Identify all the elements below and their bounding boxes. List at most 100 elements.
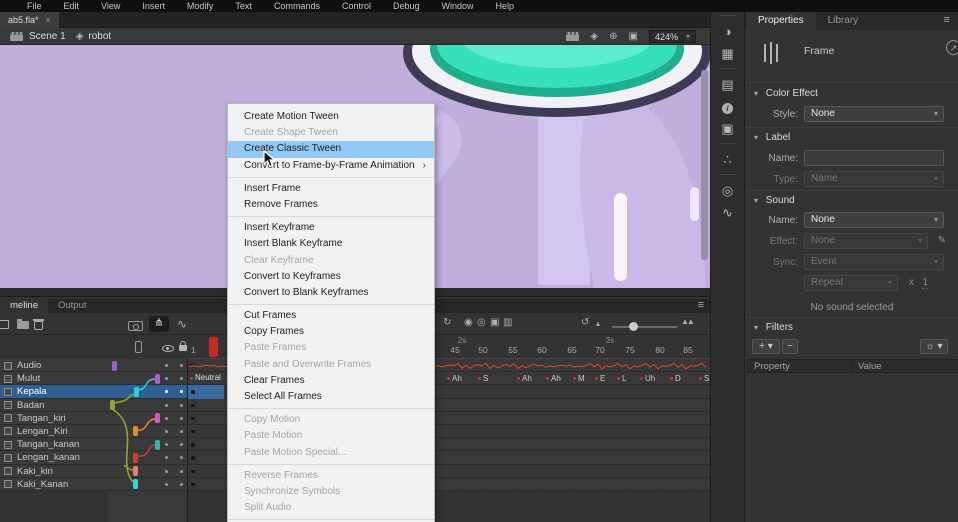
context-menu-item[interactable]: Synchronize Symbols [228,484,434,500]
context-menu-item[interactable]: Reverse Frames [228,468,434,484]
filter-options-button[interactable]: ☼ ▾ [920,339,948,354]
layer-visibility-dot[interactable] [165,417,168,420]
tab-properties[interactable]: Properties [746,12,816,30]
style-dropdown[interactable]: None ▾ [804,106,944,122]
circle-arrow-icon[interactable]: ↗ [946,40,958,55]
eye-icon[interactable] [162,345,174,352]
layer-lock-dot[interactable] [180,377,183,380]
context-menu-item[interactable]: Create Motion Tween [228,109,434,125]
layer-row-tangan_kanan[interactable]: Tangan_kanan [0,438,187,451]
context-menu-item[interactable]: Convert to Blank Keyframes [228,285,434,301]
align-panel-icon[interactable]: ▤ [711,74,744,96]
panel-menu-icon[interactable]: ≡ [944,14,950,26]
center-stage-icon[interactable]: ⊕ [609,31,617,42]
label-name-input[interactable] [804,150,944,166]
parent-view-icon[interactable]: ⋔ [149,316,169,332]
modify-markers-icon[interactable]: ▥ [503,317,512,328]
stage-vertical-scrollbar[interactable] [700,45,709,288]
graph-editor-icon[interactable]: ∿ [174,316,190,332]
remove-filter-button[interactable]: − [782,339,798,354]
breadcrumb-scene[interactable]: Scene 1 [29,31,66,42]
menubar-item-window[interactable]: Window [431,0,485,12]
loop-playback-icon[interactable]: ↻ [443,317,451,328]
context-menu-item[interactable]: Cut Frames [228,308,434,324]
layer-lock-dot[interactable] [180,417,183,420]
context-menu-item[interactable]: Paste Motion Special... [228,445,434,461]
breadcrumb-symbol[interactable]: robot [88,31,111,42]
pencil-icon[interactable]: ✎ [938,235,946,246]
context-menu-item[interactable]: Convert to Frame-by-Frame Animation› [228,158,434,174]
context-menu-item[interactable]: Paste Motion [228,428,434,444]
scene-clapper-icon[interactable] [10,32,23,41]
context-menu-item[interactable]: Create Shape Tween [228,125,434,141]
close-icon[interactable]: × [46,15,51,25]
menubar-item-control[interactable]: Control [331,0,382,12]
layer-lock-dot[interactable] [180,430,183,433]
document-tab[interactable]: ab5.fla* × [0,12,59,28]
timeline-zoom-slider[interactable] [612,326,678,328]
layer-row-lengan_kiri[interactable]: Lengan_Kiri [0,425,187,438]
onion-skin-icon[interactable]: ◉ [464,317,473,328]
layer-visibility-dot[interactable] [165,404,168,407]
layer-visibility-dot[interactable] [165,456,168,459]
edit-multiple-frames-icon[interactable]: ▣ [490,317,499,328]
edit-scene-icon[interactable] [566,32,579,41]
delete-layer-icon[interactable] [34,321,43,330]
lock-icon[interactable] [179,345,187,351]
onion-skin-outlines-icon[interactable]: ◎ [477,317,486,328]
layer-row-kepala[interactable]: Kepala [0,385,187,398]
layer-row-kaki_kanan[interactable]: Kaki_Kanan [0,478,187,491]
layer-lock-dot[interactable] [180,456,183,459]
camera-icon[interactable] [128,321,143,331]
context-menu-item[interactable]: Insert Keyframe [228,220,434,236]
new-layer-icon[interactable] [0,320,9,329]
layer-visibility-dot[interactable] [165,443,168,446]
context-menu-item[interactable]: Remove Frames [228,197,434,213]
section-sound[interactable]: ▾ Sound [754,195,795,206]
menubar-item-modify[interactable]: Modify [176,0,225,12]
info-panel-icon[interactable]: i [711,96,744,118]
layer-row-mulut[interactable]: Mulut [0,372,187,385]
layer-visibility-dot[interactable] [165,390,168,393]
menubar-item-view[interactable]: View [90,0,131,12]
context-menu-item[interactable]: Copy Motion [228,412,434,428]
layer-visibility-dot[interactable] [165,377,168,380]
layer-row-tangan_kiri[interactable]: Tangan_kiri [0,412,187,425]
repeat-count[interactable]: 1 [922,277,928,289]
layer-row-badan[interactable]: Badan [0,399,187,412]
reset-timeline-zoom-icon[interactable]: ↺ [581,317,589,328]
layer-lock-dot[interactable] [180,364,183,367]
tab-meline[interactable]: meline [0,299,48,313]
brush-library-panel-icon[interactable]: ∴ [711,149,744,171]
playhead[interactable] [209,337,218,357]
menubar-item-edit[interactable]: Edit [53,0,91,12]
context-menu-item[interactable]: Split Audio [228,500,434,516]
context-menu-item[interactable]: Copy Frames [228,324,434,340]
new-folder-icon[interactable] [17,321,29,329]
zoom-in-icon[interactable]: ▲▲ [681,317,693,326]
context-menu-item[interactable]: Create Classic Tween [228,141,434,157]
panel-menu-icon[interactable]: ≡ [698,299,704,311]
motion-editor-panel-icon[interactable]: ∿ [711,202,744,224]
menubar-item-file[interactable]: File [16,0,53,12]
context-menu-item[interactable]: Insert Blank Keyframe [228,236,434,252]
sound-name-dropdown[interactable]: None ▾ [804,212,944,228]
menubar-item-debug[interactable]: Debug [382,0,431,12]
layer-row-audio[interactable]: Audio [0,359,187,372]
layer-lock-dot[interactable] [180,483,183,486]
stage-zoom-select[interactable]: 424% ▾ [649,30,696,43]
menubar-item-commands[interactable]: Commands [263,0,331,12]
context-menu-item[interactable]: Clear Frames [228,373,434,389]
section-label[interactable]: ▾ Label [754,132,790,143]
layer-lock-dot[interactable] [180,404,183,407]
swatches-panel-icon[interactable]: ▦ [711,43,744,65]
transform-panel-icon[interactable]: ▣ [711,118,744,140]
zoom-out-icon[interactable]: ▴ [596,319,600,328]
context-menu-item[interactable]: Paste and Overwrite Frames [228,357,434,373]
menubar-item-help[interactable]: Help [485,0,526,12]
layer-lock-dot[interactable] [180,470,183,473]
layer-visibility-dot[interactable] [165,470,168,473]
context-menu-item[interactable]: Paste Frames [228,340,434,356]
cc-libraries-panel-icon[interactable]: ◎ [711,180,744,202]
color-panel-icon[interactable]: ◑ [711,21,744,43]
